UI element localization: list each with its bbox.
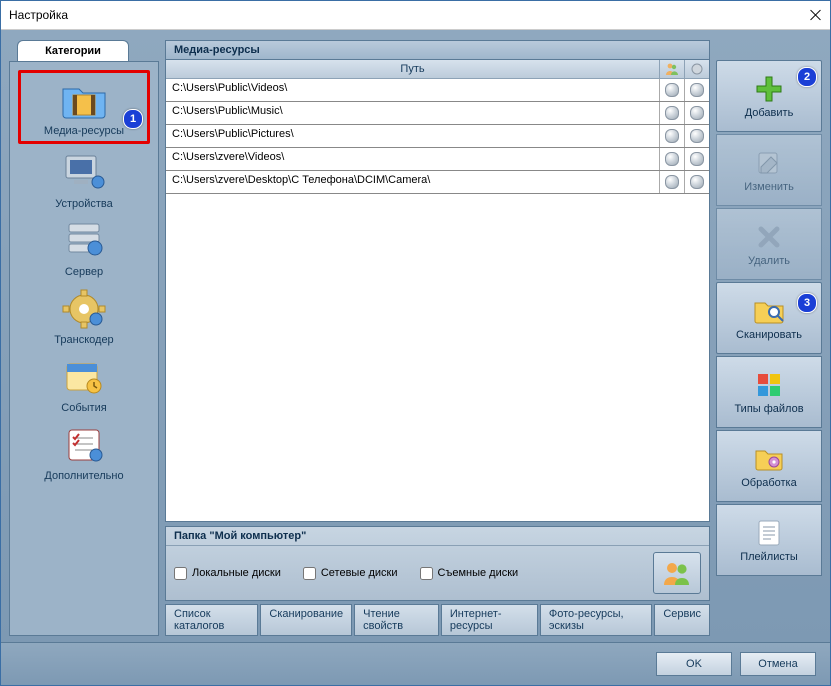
category-label: Сервер xyxy=(65,266,103,278)
gear-icon xyxy=(58,286,110,332)
edit-button: Изменить xyxy=(716,134,822,206)
processing-label: Обработка xyxy=(741,477,796,489)
my-computer-options: Локальные диски Сетевые диски Съемные ди… xyxy=(166,546,709,600)
my-computer-title: Папка "Мой компьютер" xyxy=(166,527,709,546)
bottom-tabs: Список каталогов Сканирование Чтение сво… xyxy=(165,604,710,636)
cell-status[interactable] xyxy=(685,125,709,147)
folder-search-icon xyxy=(752,296,786,326)
cell-path: C:\Users\Public\Videos\ xyxy=(166,79,660,101)
scan-label: Сканировать xyxy=(736,329,802,341)
scan-button[interactable]: 3 Сканировать xyxy=(716,282,822,354)
tab-internet-resources[interactable]: Интернет-ресурсы xyxy=(441,604,538,636)
cell-users[interactable] xyxy=(660,148,685,170)
folder-media-icon xyxy=(58,77,110,123)
close-icon[interactable] xyxy=(810,9,822,21)
category-additional[interactable]: Дополнительно xyxy=(12,418,156,486)
settings-window: Настройка Категории 1 Медиа-ресурсы xyxy=(0,0,831,686)
actions-panel: 2 Добавить Изменить Удалить xyxy=(716,40,822,636)
categories-panel: Категории 1 Медиа-ресурсы Устройства xyxy=(9,40,159,636)
add-label: Добавить xyxy=(745,107,794,119)
category-label: Медиа-ресурсы xyxy=(44,125,124,137)
cell-users[interactable] xyxy=(660,79,685,101)
category-events[interactable]: События xyxy=(12,350,156,418)
tab-catalogs[interactable]: Список каталогов xyxy=(165,604,258,636)
cell-path: C:\Users\Public\Music\ xyxy=(166,102,660,124)
filetypes-label: Типы файлов xyxy=(734,403,803,415)
tab-read-properties[interactable]: Чтение свойств xyxy=(354,604,439,636)
media-section-header: Медиа-ресурсы xyxy=(165,40,710,60)
users-icon xyxy=(662,560,692,586)
badge-2: 2 xyxy=(797,67,817,87)
blocks-icon xyxy=(752,370,786,400)
cell-users[interactable] xyxy=(660,125,685,147)
center-panel: Медиа-ресурсы Путь C:\Users\Public\Vi xyxy=(165,40,710,636)
category-server[interactable]: Сервер xyxy=(12,214,156,282)
my-computer-box: Папка "Мой компьютер" Локальные диски Се… xyxy=(165,526,710,601)
categories-tab: Категории xyxy=(17,40,129,61)
cell-status[interactable] xyxy=(685,148,709,170)
edit-icon xyxy=(752,148,786,178)
window-title: Настройка xyxy=(9,8,68,22)
device-icon xyxy=(58,150,110,196)
processing-button[interactable]: Обработка xyxy=(716,430,822,502)
categories-list: 1 Медиа-ресурсы Устройства xyxy=(9,61,159,636)
delete-button: Удалить xyxy=(716,208,822,280)
checkbox-local-disks[interactable]: Локальные диски xyxy=(174,567,281,580)
category-label: Устройства xyxy=(55,198,113,210)
ok-button[interactable]: OK xyxy=(656,652,732,676)
server-icon xyxy=(58,218,110,264)
category-label: События xyxy=(61,402,106,414)
table-row[interactable]: C:\Users\Public\Videos\ xyxy=(166,79,709,102)
playlists-label: Плейлисты xyxy=(740,551,798,563)
cell-status[interactable] xyxy=(685,102,709,124)
col-users-icon xyxy=(660,60,685,78)
category-devices[interactable]: Устройства xyxy=(12,146,156,214)
col-path: Путь xyxy=(166,60,660,78)
delete-icon xyxy=(752,222,786,252)
table-header: Путь xyxy=(166,60,709,79)
table-rows: C:\Users\Public\Videos\ C:\Users\Public\… xyxy=(166,79,709,521)
table-row[interactable]: C:\Users\Public\Pictures\ xyxy=(166,125,709,148)
cell-status[interactable] xyxy=(685,79,709,101)
cell-path: C:\Users\zvere\Desktop\С Телефона\DCIM\C… xyxy=(166,171,660,193)
category-label: Дополнительно xyxy=(44,470,123,482)
cell-users[interactable] xyxy=(660,171,685,193)
category-label: Транскодер xyxy=(54,334,113,346)
window-body: Категории 1 Медиа-ресурсы Устройства xyxy=(1,30,830,642)
playlist-icon xyxy=(752,518,786,548)
cell-status[interactable] xyxy=(685,171,709,193)
category-media-resources[interactable]: 1 Медиа-ресурсы xyxy=(18,70,150,144)
cell-users[interactable] xyxy=(660,102,685,124)
table-row[interactable]: C:\Users\zvere\Videos\ xyxy=(166,148,709,171)
cancel-button[interactable]: Отмена xyxy=(740,652,816,676)
tab-photo-resources[interactable]: Фото-ресурсы, эскизы xyxy=(540,604,652,636)
filetypes-button[interactable]: Типы файлов xyxy=(716,356,822,428)
badge-1: 1 xyxy=(123,109,143,129)
checklist-icon xyxy=(58,422,110,468)
checkbox-removable-disks[interactable]: Съемные диски xyxy=(420,567,519,580)
tab-scanning[interactable]: Сканирование xyxy=(260,604,352,636)
add-button[interactable]: 2 Добавить xyxy=(716,60,822,132)
dialog-footer: OK Отмена xyxy=(1,642,830,685)
cell-path: C:\Users\zvere\Videos\ xyxy=(166,148,660,170)
events-icon xyxy=(58,354,110,400)
titlebar: Настройка xyxy=(1,1,830,30)
table-row[interactable]: C:\Users\zvere\Desktop\С Телефона\DCIM\C… xyxy=(166,171,709,194)
main-row: Категории 1 Медиа-ресурсы Устройства xyxy=(9,40,822,636)
checkbox-network-disks[interactable]: Сетевые диски xyxy=(303,567,398,580)
category-transcoder[interactable]: Транскодер xyxy=(12,282,156,350)
cell-path: C:\Users\Public\Pictures\ xyxy=(166,125,660,147)
badge-3: 3 xyxy=(797,293,817,313)
users-button[interactable] xyxy=(653,552,701,594)
paths-table: Путь C:\Users\Public\Videos\ xyxy=(165,60,710,522)
tab-service[interactable]: Сервис xyxy=(654,604,710,636)
playlists-button[interactable]: Плейлисты xyxy=(716,504,822,576)
col-status-icon xyxy=(685,60,709,78)
folder-gear-icon xyxy=(752,444,786,474)
plus-icon xyxy=(752,74,786,104)
delete-label: Удалить xyxy=(748,255,790,267)
table-row[interactable]: C:\Users\Public\Music\ xyxy=(166,102,709,125)
edit-label: Изменить xyxy=(744,181,794,193)
